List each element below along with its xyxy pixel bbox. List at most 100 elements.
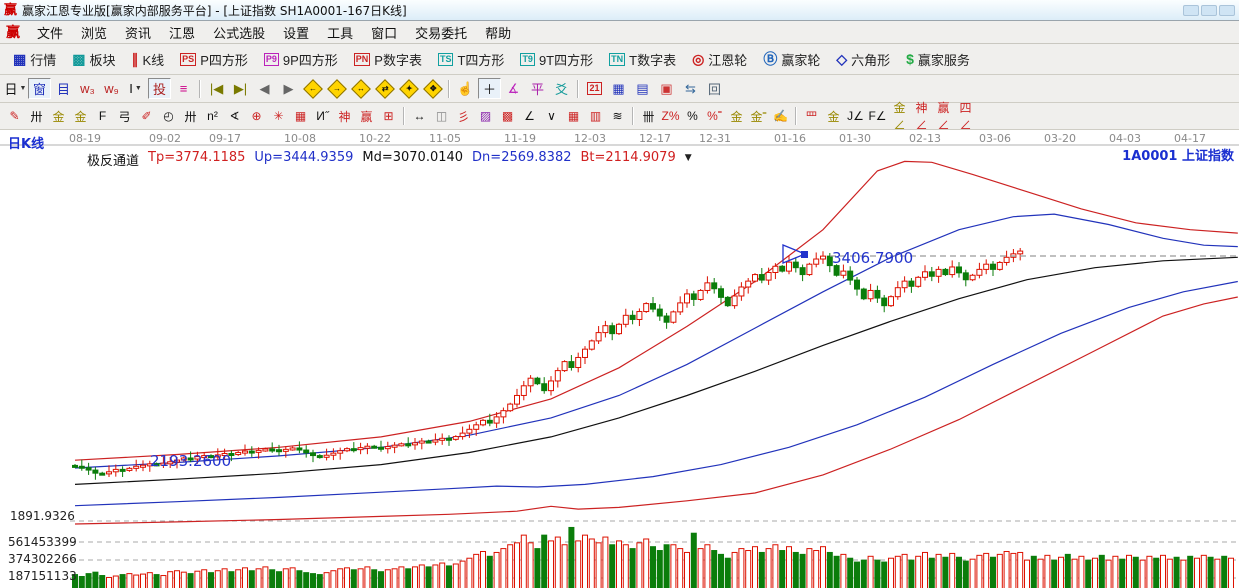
circle-cross-icon-button[interactable]: ⊕ <box>246 107 267 126</box>
gann-box-tool-icon-button[interactable]: 平 <box>526 78 549 99</box>
spiral-tool-icon-button[interactable]: 弓 <box>114 107 135 126</box>
si-angle-icon-button[interactable]: 四∠ <box>955 107 976 126</box>
zigzag-icon-button[interactable]: ∨ <box>541 107 562 126</box>
percent-icon-button[interactable]: % <box>682 107 703 126</box>
winner-service-button[interactable]: $赢家服务 <box>899 48 977 71</box>
zoom-shift-right-icon-button[interactable]: → <box>325 78 348 99</box>
menu-item-8[interactable]: 交易委托 <box>406 22 476 43</box>
winner-wheel-button[interactable]: Ⓑ赢家轮 <box>756 48 827 71</box>
menu-item-5[interactable]: 设置 <box>274 22 318 43</box>
h-span-icon-button[interactable]: ↔ <box>409 107 430 126</box>
menu-item-9[interactable]: 帮助 <box>476 22 520 43</box>
ying-angle-icon-button[interactable]: 赢∠ <box>933 107 954 126</box>
menu-item-7[interactable]: 窗口 <box>362 22 406 43</box>
wave-3-icon-button[interactable]: w₃ <box>76 78 99 99</box>
candle-style-dropdown-icon[interactable]: ▼ <box>135 85 142 92</box>
candle-style-icon-button[interactable]: І▼ <box>124 78 147 99</box>
p-number-table-button[interactable]: PNP数字表 <box>347 48 429 71</box>
period-day-icon-button[interactable]: 日▼ <box>4 78 27 99</box>
si-levels-icon-button[interactable]: 罒 <box>801 107 822 126</box>
ruler-pen-icon-button[interactable]: ✐ <box>136 107 157 126</box>
ying-tool-icon-button[interactable]: 赢 <box>356 107 377 126</box>
time-cycle-icon-button[interactable]: ◴ <box>158 107 179 126</box>
legend-dropdown-icon[interactable]: ▼ <box>685 153 692 169</box>
wave-mark-icon-button[interactable]: И˝ <box>312 107 333 126</box>
wave-9-icon-button[interactable]: w₉ <box>100 78 123 99</box>
angle-measure-icon-button[interactable]: ∡ <box>502 78 525 99</box>
box-range-icon-button[interactable]: ◫ <box>431 107 452 126</box>
symbol-label[interactable]: 1A0001 上证指数 <box>1122 145 1234 164</box>
f-angle-icon-button[interactable]: F∠ <box>867 107 888 126</box>
gold-grid-a-icon-button[interactable]: 金 <box>48 107 69 126</box>
gold-underline-icon-button[interactable]: 金 <box>823 107 844 126</box>
f10-info-icon-button[interactable]: 目 <box>52 78 75 99</box>
crosshair-icon-button[interactable]: ＋ <box>478 78 501 99</box>
skip-last-icon-button[interactable]: ▶| <box>229 78 252 99</box>
j-angle-icon-button[interactable]: J∠ <box>845 107 866 126</box>
close-button[interactable] <box>1219 5 1235 16</box>
maximize-button[interactable] <box>1201 5 1217 16</box>
menu-item-3[interactable]: 江恩 <box>160 22 204 43</box>
zoom-fit-icon-button[interactable]: ↔ <box>349 78 372 99</box>
angle-fan-icon-button[interactable]: ∢ <box>224 107 245 126</box>
square-n2-icon-button[interactable]: n² <box>202 107 223 126</box>
skip-first-icon-button[interactable]: |◀ <box>205 78 228 99</box>
compare-mode-icon-button[interactable]: 投 <box>148 78 171 99</box>
calendar-icon-button[interactable]: 21 <box>583 78 606 99</box>
p9-square-button[interactable]: P99P四方形 <box>257 48 345 71</box>
gann-grid-icon-button[interactable]: ▦ <box>290 107 311 126</box>
hexagon-button[interactable]: ◇六角形 <box>829 48 897 71</box>
gann-fan-icon-button[interactable]: 彡 <box>453 107 474 126</box>
sectors-button[interactable]: ▩板块 <box>65 48 122 71</box>
menu-item-1[interactable]: 浏览 <box>72 22 116 43</box>
shen-tool-icon-button[interactable]: 神 <box>334 107 355 126</box>
p-square-button[interactable]: PSP四方形 <box>173 48 255 71</box>
t-number-table-button[interactable]: TNT数字表 <box>602 48 683 71</box>
indicator-name[interactable]: 极反通道 <box>87 150 139 169</box>
ruler-123-icon-button[interactable]: ⊞ <box>378 107 399 126</box>
gold-circle-icon-button[interactable]: 金 <box>726 107 747 126</box>
t-square-button[interactable]: TST四方形 <box>431 48 511 71</box>
parallel-lines-icon-button[interactable]: ≋ <box>607 107 628 126</box>
kline-button[interactable]: ∥K线 <box>125 48 172 71</box>
percent-retrace-icon-button[interactable]: Z% <box>660 107 681 126</box>
quotes-button[interactable]: ▦行情 <box>6 48 63 71</box>
t9-square-button[interactable]: T99T四方形 <box>513 48 600 71</box>
page-prev-icon-button[interactable]: ◀ <box>253 78 276 99</box>
gold-angle-icon-button[interactable]: 金∠ <box>889 107 910 126</box>
level-table-icon-button[interactable]: 卌 <box>638 107 659 126</box>
zoom-shift-left-icon-button[interactable]: ← <box>301 78 324 99</box>
zoom-out-all-icon-button[interactable]: ✦ <box>397 78 420 99</box>
wave-count-tool-icon-button[interactable]: 爻 <box>550 78 573 99</box>
zoom-expand-icon-button[interactable]: ✥ <box>421 78 444 99</box>
kline-period-label[interactable]: 日K线 <box>8 133 44 152</box>
chart-window-icon-button[interactable]: 窗 <box>28 78 51 99</box>
page-next-icon-button[interactable]: ▶ <box>277 78 300 99</box>
volume-profile-icon-button[interactable]: ≡ <box>172 78 195 99</box>
gold-levels-icon-button[interactable]: 金˭ <box>748 107 769 126</box>
kline-chart-canvas[interactable]: 08-1909-0209-1710-0810-2211-0511-1912-03… <box>0 130 1239 588</box>
pan-hand-icon-button[interactable]: ☝ <box>454 78 477 99</box>
grid-dense-icon-button[interactable]: ▥ <box>585 107 606 126</box>
grid-red-icon-button[interactable]: ▦ <box>563 107 584 126</box>
menu-item-6[interactable]: 工具 <box>318 22 362 43</box>
calculator-icon-button[interactable]: ▦ <box>607 78 630 99</box>
period-day-dropdown-icon[interactable]: ▼ <box>20 85 27 92</box>
zoom-compress-icon-button[interactable]: ⇄ <box>373 78 396 99</box>
box-fan-purple-icon-button[interactable]: ▨ <box>475 107 496 126</box>
menu-item-4[interactable]: 公式选股 <box>204 22 274 43</box>
flag-pen-icon-button[interactable]: ✍ <box>770 107 791 126</box>
data-transfer-icon-button[interactable]: ⇆ <box>679 78 702 99</box>
time-grid-icon-button[interactable]: 卅 <box>180 107 201 126</box>
minimize-button[interactable] <box>1183 5 1199 16</box>
remote-pc-icon-button[interactable]: 回 <box>703 78 726 99</box>
gold-grid-b-icon-button[interactable]: 金 <box>70 107 91 126</box>
menu-item-2[interactable]: 资讯 <box>116 22 160 43</box>
shen-angle-icon-button[interactable]: 神∠ <box>911 107 932 126</box>
trend-angle-icon-button[interactable]: ∠ <box>519 107 540 126</box>
grid-tool-icon-button[interactable]: 卅 <box>26 107 47 126</box>
percent-line-icon-button[interactable]: %˭ <box>704 107 725 126</box>
memo-icon-button[interactable]: ▤ <box>631 78 654 99</box>
gann-wheel-button[interactable]: ◎江恩轮 <box>685 48 754 71</box>
save-icon-button[interactable]: ▣ <box>655 78 678 99</box>
